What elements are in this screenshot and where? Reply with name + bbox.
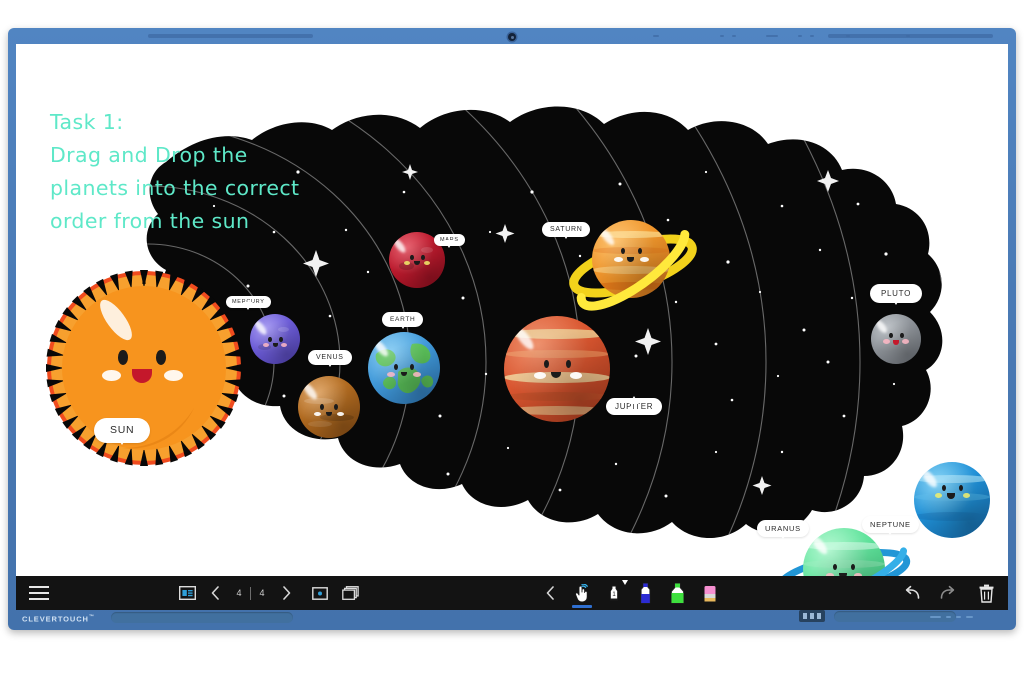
mercury-face bbox=[250, 314, 300, 364]
brand-logo: CLEVERTOUCH™ bbox=[22, 613, 95, 624]
planet-label-jupiter[interactable]: JUPITER bbox=[606, 396, 663, 415]
pages-overview-icon[interactable] bbox=[335, 576, 365, 610]
app-toolbar[interactable]: 4 4 1 bbox=[16, 576, 1008, 610]
redo-icon[interactable] bbox=[930, 576, 964, 610]
venus-face bbox=[298, 376, 360, 438]
planet-sun[interactable]: SUN bbox=[44, 268, 244, 468]
planet-pluto[interactable]: PLUTO bbox=[870, 284, 923, 364]
planet-venus[interactable]: VENUS bbox=[298, 350, 360, 438]
planet-jupiter[interactable]: JUPITER bbox=[504, 316, 663, 422]
hand-touch-icon[interactable] bbox=[566, 576, 598, 610]
bezel-io-port bbox=[799, 610, 825, 622]
screen: Task 1: Drag and Drop the planets into t… bbox=[16, 44, 1008, 610]
planet-label-venus[interactable]: VENUS bbox=[308, 350, 352, 367]
pen-icon[interactable]: 1 bbox=[598, 576, 630, 610]
undo-icon[interactable] bbox=[896, 576, 930, 610]
planet-label-pluto[interactable]: PLUTO bbox=[870, 284, 923, 305]
planet-label-saturn[interactable]: SATURN bbox=[542, 222, 591, 239]
bezel-slot-left bbox=[111, 612, 293, 623]
trash-icon[interactable] bbox=[964, 576, 1008, 610]
hamburger-menu-icon[interactable] bbox=[16, 576, 62, 610]
collapse-tools-button[interactable] bbox=[536, 576, 566, 610]
selected-tool-indicator bbox=[571, 605, 592, 608]
planet-neptune[interactable]: NEPTUNE bbox=[862, 462, 990, 538]
prev-page-button[interactable] bbox=[202, 576, 228, 610]
total-page-number: 4 bbox=[259, 588, 265, 598]
new-page-icon[interactable] bbox=[305, 576, 335, 610]
jupiter-face bbox=[504, 316, 610, 422]
blue-marker-icon[interactable] bbox=[630, 576, 662, 610]
planet-label-mars[interactable]: MARS bbox=[434, 234, 465, 248]
current-page-number[interactable]: 4 bbox=[228, 588, 250, 598]
neptune-face bbox=[914, 462, 990, 538]
interactive-display: Task 1: Drag and Drop the planets into t… bbox=[8, 28, 1016, 630]
planet-label-sun[interactable]: SUN bbox=[94, 418, 151, 445]
planet-label-neptune[interactable]: NEPTUNE bbox=[862, 516, 919, 535]
pink-eraser-icon[interactable] bbox=[694, 576, 726, 610]
camera-icon bbox=[508, 33, 516, 41]
next-page-button[interactable] bbox=[273, 576, 299, 610]
planet-mars[interactable]: MARS bbox=[389, 232, 465, 288]
whiteboard-canvas[interactable]: Task 1: Drag and Drop the planets into t… bbox=[16, 44, 1008, 576]
page-view-icon[interactable] bbox=[172, 576, 202, 610]
top-bezel bbox=[8, 28, 1016, 44]
planet-label-uranus[interactable]: URANUS bbox=[757, 520, 809, 539]
planet-earth[interactable]: EARTH bbox=[368, 312, 440, 404]
planet-label-mercury[interactable]: MERCURY bbox=[226, 296, 271, 310]
planet-mercury[interactable]: MERCURY bbox=[226, 296, 300, 364]
planet-saturn[interactable]: SATURN bbox=[542, 212, 701, 312]
planet-label-earth[interactable]: EARTH bbox=[382, 312, 424, 329]
green-highlighter-icon[interactable] bbox=[662, 576, 694, 610]
earth-face bbox=[368, 332, 440, 404]
pluto-face bbox=[871, 314, 921, 364]
